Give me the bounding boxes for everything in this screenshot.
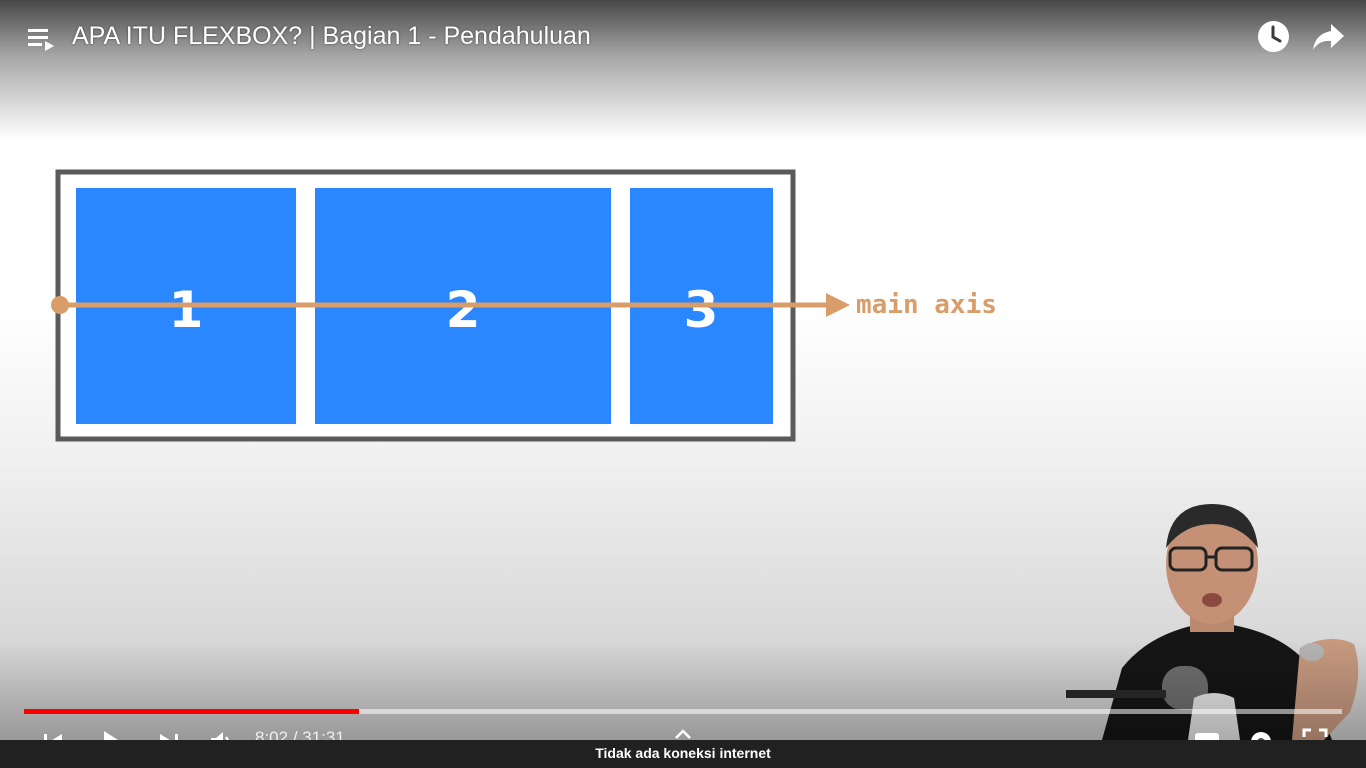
- share-icon[interactable]: [1311, 22, 1345, 52]
- flex-item-3-label: 3: [684, 281, 719, 339]
- progress-played: [24, 709, 360, 714]
- watch-later-icon[interactable]: [1257, 20, 1290, 53]
- chevron-up-icon[interactable]: [674, 728, 692, 740]
- controls-gradient-overlay: [0, 640, 1366, 740]
- flex-item-2-label: 2: [446, 281, 481, 339]
- progress-bar[interactable]: [24, 709, 1342, 714]
- flex-item-1-label: 1: [169, 281, 204, 339]
- playlist-icon[interactable]: [26, 26, 56, 54]
- video-player[interactable]: 1 2 3 main axis APA ITU FLEXBOX? | Bagia…: [0, 0, 1366, 768]
- main-axis-start-dot: [51, 296, 69, 314]
- video-title[interactable]: APA ITU FLEXBOX? | Bagian 1 - Pendahulua…: [72, 20, 591, 52]
- main-axis-label: main axis: [856, 290, 997, 320]
- main-axis-arrowhead: [826, 293, 850, 317]
- offline-status-bar: Tidak ada koneksi internet: [0, 740, 1366, 768]
